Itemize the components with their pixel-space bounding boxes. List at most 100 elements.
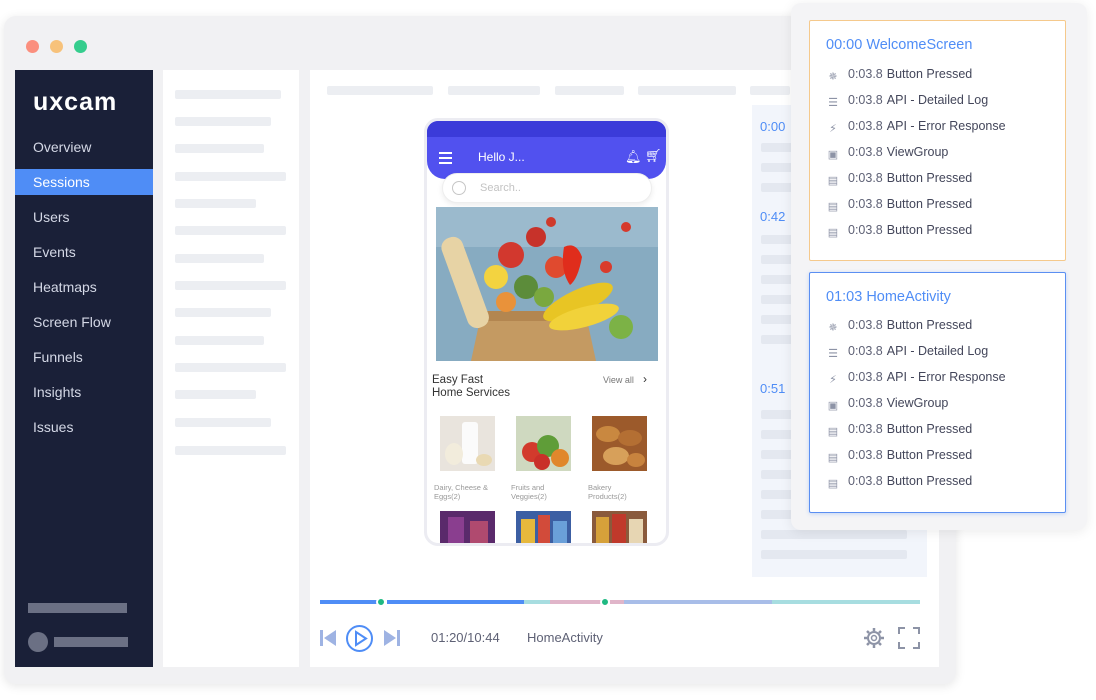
play-icon [348, 627, 371, 650]
viewgroup-icon: ▣ [826, 399, 840, 413]
event-row[interactable]: ✵0:03.8Button Pressed [826, 67, 972, 85]
product-image[interactable] [440, 511, 495, 546]
event-row[interactable]: ☰0:03.8API - Detailed Log [826, 344, 988, 362]
button-icon: ▤ [826, 451, 840, 465]
fullscreen-icon[interactable] [898, 627, 920, 654]
category-label-line: Dairy, Cheese & [434, 483, 502, 492]
fruits-image [516, 416, 571, 471]
event-time: 0:03.8 [848, 145, 883, 159]
avatar[interactable] [28, 632, 48, 652]
event-name: Button Pressed [887, 448, 972, 462]
cart-icon[interactable]: 🛒︎ [645, 148, 662, 164]
close-window-dot[interactable] [26, 40, 39, 53]
card-title[interactable]: 01:03 HomeActivity [826, 289, 951, 305]
event-row[interactable]: ▤0:03.8Button Pressed [826, 474, 972, 492]
chevron-right-icon[interactable]: › [643, 372, 647, 386]
timeline-label[interactable]: 0:51 [760, 381, 785, 396]
product-image[interactable] [592, 511, 647, 546]
sidebar-item-events[interactable]: Events [15, 239, 153, 265]
header-placeholder [448, 86, 540, 95]
product-image-household [592, 511, 647, 546]
menu-icon[interactable] [439, 152, 452, 167]
event-time: 0:03.8 [848, 396, 883, 410]
sidebar: uxcam Overview Sessions Users Events Hea… [15, 70, 153, 667]
app-root: uxcam Overview Sessions Users Events Hea… [0, 0, 1096, 700]
timeline-segment[interactable] [550, 600, 602, 604]
event-row[interactable]: ▤0:03.8Button Pressed [826, 197, 972, 215]
sidebar-item-funnels[interactable]: Funnels [15, 344, 153, 370]
timeline-label[interactable]: 0:42 [760, 209, 785, 224]
event-name: Button Pressed [887, 318, 972, 332]
search-placeholder: Search.. [480, 182, 521, 194]
gear-icon[interactable] [863, 627, 885, 654]
screen-event-card[interactable]: 01:03 HomeActivity ✵0:03.8Button Pressed… [809, 272, 1066, 513]
event-time: 0:03.8 [848, 448, 883, 462]
timeline-segment[interactable] [524, 600, 550, 604]
bell-icon[interactable]: 🔔︎ [625, 149, 642, 165]
skip-back-icon[interactable] [319, 628, 337, 653]
timeline-segment[interactable] [387, 600, 524, 604]
event-row[interactable]: ▣0:03.8ViewGroup [826, 396, 948, 414]
timeline-segment[interactable] [624, 600, 772, 604]
category-image-dairy[interactable] [440, 416, 495, 471]
grocery-hero-image [436, 207, 658, 361]
event-row[interactable]: ▤ 0:03.8 Button Pressed [826, 448, 972, 466]
screen-event-card[interactable]: 00:00 WelcomeScreen ✵0:03.8Button Presse… [809, 20, 1066, 261]
header-placeholder [750, 86, 790, 95]
search-icon [452, 181, 466, 195]
view-all-link[interactable]: View all [603, 375, 634, 385]
maximize-window-dot[interactable] [74, 40, 87, 53]
event-row[interactable]: ▣0:03.8ViewGroup [826, 145, 948, 163]
event-row[interactable]: ⚡︎0:03.8API - Error Response [826, 119, 1006, 137]
timeline-event-marker[interactable] [600, 597, 610, 607]
event-name: ViewGroup [887, 145, 949, 159]
event-name: Button Pressed [887, 223, 972, 237]
dairy-image [440, 416, 495, 471]
category-label-line: Eggs(2) [434, 492, 502, 501]
event-row[interactable]: ▤ 0:03.8 Button Pressed [826, 223, 972, 241]
header-placeholder [638, 86, 736, 95]
sidebar-item-heatmaps[interactable]: Heatmaps [15, 274, 153, 300]
event-row[interactable]: ☰0:03.8API - Detailed Log [826, 93, 988, 111]
skip-back-svg [319, 628, 337, 648]
sidebar-item-overview[interactable]: Overview [15, 134, 153, 160]
timeline-segment[interactable] [772, 600, 920, 604]
search-input[interactable]: Search.. [442, 173, 652, 203]
event-time: 0:03.8 [848, 119, 883, 133]
event-row[interactable]: ▤0:03.8Button Pressed [826, 422, 972, 440]
sidebar-item-screen-flow[interactable]: Screen Flow [15, 309, 153, 335]
list-placeholder [175, 363, 286, 372]
event-row[interactable]: ▤0:03.8Button Pressed [826, 171, 972, 189]
card-title[interactable]: 00:00 WelcomeScreen [826, 37, 972, 53]
list-placeholder [175, 308, 271, 317]
event-time: 0:03.8 [848, 93, 883, 107]
play-button[interactable] [346, 625, 373, 652]
timeline-event-marker[interactable] [376, 597, 386, 607]
timeline-segment[interactable] [320, 600, 380, 604]
category-image-bakery[interactable] [592, 416, 647, 471]
event-row[interactable]: ⚡︎0:03.8API - Error Response [826, 370, 1006, 388]
sidebar-item-sessions[interactable]: Sessions [15, 169, 153, 195]
event-name: Button Pressed [887, 422, 972, 436]
event-name: API - Error Response [887, 370, 1006, 384]
header-placeholder [555, 86, 624, 95]
sidebar-item-issues[interactable]: Issues [15, 414, 153, 440]
event-time: 0:03.8 [848, 422, 883, 436]
sidebar-item-users[interactable]: Users [15, 204, 153, 230]
minimize-window-dot[interactable] [50, 40, 63, 53]
timeline-label[interactable]: 0:00 [760, 119, 785, 134]
timeline-segment[interactable] [610, 600, 624, 604]
list-placeholder [175, 144, 264, 153]
skip-forward-icon[interactable] [383, 628, 401, 653]
event-time: 0:03.8 [848, 171, 883, 185]
product-image[interactable] [516, 511, 571, 546]
category-image-fruits[interactable] [516, 416, 571, 471]
button-icon: ▤ [826, 226, 840, 240]
session-list-panel [163, 70, 299, 667]
event-name: Button Pressed [887, 171, 972, 185]
button-icon: ▤ [826, 477, 840, 491]
event-time: 0:03.8 [848, 223, 883, 237]
category-label: Bakery Products(2) [588, 483, 656, 501]
sidebar-item-insights[interactable]: Insights [15, 379, 153, 405]
event-row[interactable]: ✵0:03.8Button Pressed [826, 318, 972, 336]
